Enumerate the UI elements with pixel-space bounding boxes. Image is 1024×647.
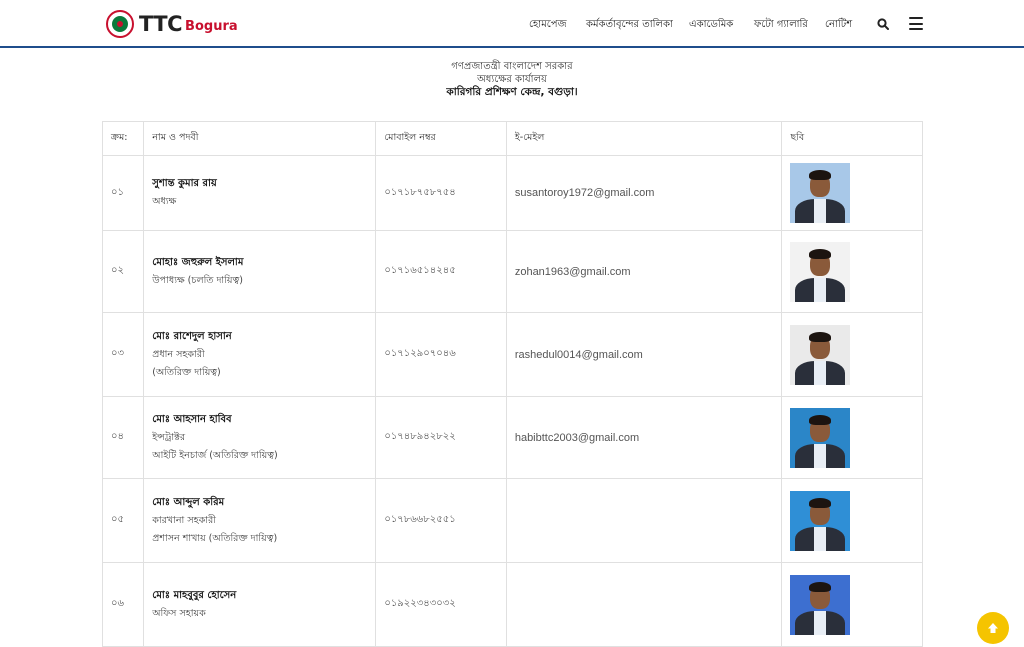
email-cell (505, 478, 783, 563)
staff-designation: কারখানা সহকারী (152, 514, 216, 526)
mobile-cell: ০১৭১৬৫১৪২৪৫ (375, 230, 507, 313)
photo-cell (781, 155, 923, 231)
staff-photo (790, 324, 851, 385)
name-cell: মোঃ আব্দুল করিম কারখানা সহকারী প্রশাসন শাখ… (143, 478, 377, 563)
photo-cell (781, 230, 923, 313)
photo-cell (781, 562, 923, 647)
email-cell: habibttc2003@gmail.com (505, 396, 783, 479)
staff-designation: ইন্সট্রাক্টর (152, 431, 186, 443)
staff-photo (790, 574, 851, 635)
photo-cell (781, 312, 923, 397)
office-title: অধ্যক্ষের কার্যালয় (477, 74, 547, 85)
photo-cell (781, 396, 923, 479)
col-header-email: ই-মেইল (505, 121, 783, 156)
hamburger-menu-icon[interactable] (909, 17, 923, 30)
email-cell (505, 562, 783, 647)
mobile-cell: ০১৭১২৯০৭০৪৬ (375, 312, 507, 397)
staff-name: মোঃ রাশেদুল হাসান (152, 330, 232, 342)
staff-designation: প্রশাসন শাখায় (অতিরিক্ত দায়িত্ব) (152, 532, 278, 544)
name-cell: মোঃ মাহবুবুর হোসেন অফিস সহায়ক (143, 562, 377, 647)
staff-photo (790, 407, 851, 468)
table-row: ০১ সুশান্ত কুমার রায় অধ্যক্ষ ০১৭১৮৭৫৮৭৫৪ su… (101, 155, 923, 231)
staff-designation: আইটি ইনচার্জ (অতিরিক্ত দায়িত্ব) (152, 449, 278, 461)
table-row: ০৩ মোঃ রাশেদুল হাসান প্রধান সহকারী (অতিরিক্… (101, 312, 923, 397)
office-header: গণপ্রজাতন্ত্রী বাংলাদেশ সরকার অধ্যক্ষের … (0, 60, 1024, 99)
serial-cell: ০১ (101, 155, 145, 231)
staff-name: মোঃ আহসান হাবিব (152, 413, 232, 425)
serial-cell: ০৪ (101, 396, 145, 479)
arrow-up-icon (988, 623, 998, 633)
table-row: ০৫ মোঃ আব্দুল করিম কারখানা সহকারী প্রশাসন শ… (101, 478, 923, 563)
staff-photo (790, 490, 851, 551)
nav-item-home[interactable]: হোমপেজ (529, 17, 567, 34)
name-cell: মোঃ আহসান হাবিব ইন্সট্রাক্টর আইটি ইনচার্জ … (143, 396, 377, 479)
mobile-cell: ০১৭৪৮৯৪২৮২২ (375, 396, 507, 479)
col-header-mobile: মোবাইল নম্বর (375, 121, 507, 156)
email-cell: rashedul0014@gmail.com (505, 312, 783, 397)
name-cell: সুশান্ত কুমার রায় অধ্যক্ষ (143, 155, 377, 231)
staff-photo (790, 241, 851, 302)
table-header-row: ক্রম: নাম ও পদবী মোবাইল নম্বর ই-মেইল ছবি (101, 121, 923, 156)
staff-table-body: ০১ সুশান্ত কুমার রায় অধ্যক্ষ ০১৭১৮৭৫৮৭৫৪ su… (101, 155, 923, 647)
nav-item-photo-gallery[interactable]: ফটো গ্যালারি (754, 17, 808, 34)
photo-cell (781, 478, 923, 563)
govt-title: গণপ্রজাতন্ত্রী বাংলাদেশ সরকার (451, 61, 573, 72)
mobile-cell: ০১৭৮৬৬৮২৫৫১ (375, 478, 507, 563)
staff-designation: প্রধান সহকারী (152, 348, 205, 360)
search-icon[interactable] (877, 18, 889, 30)
serial-cell: ০৩ (101, 312, 145, 397)
serial-cell: ০২ (101, 230, 145, 313)
scroll-to-top-button[interactable] (977, 612, 1009, 644)
table-row: ০২ মোহাঃ জহুরুল ইসলাম উপাধ্যক্ষ (চলতি দায়… (101, 230, 923, 313)
name-cell: মোঃ রাশেদুল হাসান প্রধান সহকারী (অতিরিক্ত … (143, 312, 377, 397)
staff-name: মোহাঃ জহুরুল ইসলাম (152, 256, 244, 268)
col-header-serial: ক্রম: (101, 121, 145, 156)
table-row: ০৪ মোঃ আহসান হাবিব ইন্সট্রাক্টর আইটি ইনচার্… (101, 396, 923, 479)
nav-item-officers-list[interactable]: কর্মকর্তাবৃন্দের তালিকা (586, 17, 673, 34)
col-header-photo: ছবি (781, 121, 923, 156)
staff-table: ক্রম: নাম ও পদবী মোবাইল নম্বর ই-মেইল ছবি… (101, 121, 923, 647)
staff-designation: অধ্যক্ষ (152, 196, 177, 207)
staff-name: মোঃ আব্দুল করিম (152, 496, 225, 508)
staff-photo (790, 163, 851, 223)
email-cell: zohan1963@gmail.com (505, 230, 783, 313)
staff-name: সুশান্ত কুমার রায় (152, 178, 217, 189)
top-navbar: TTC Bogura হোমপেজ কর্মকর্তাবৃন্দের তালিক… (0, 0, 1024, 48)
nav-menu: হোমপেজ কর্মকর্তাবৃন্দের তালিকা একাডেমিক … (0, 17, 1024, 33)
col-header-name: নাম ও পদবী (143, 121, 377, 156)
name-cell: মোহাঃ জহুরুল ইসলাম উপাধ্যক্ষ (চলতি দায়িত… (143, 230, 377, 313)
staff-designation: অফিস সহায়ক (152, 607, 206, 619)
serial-cell: ০৬ (101, 562, 145, 647)
table-row: ০৬ মোঃ মাহবুবুর হোসেন অফিস সহায়ক ০১৯২২৩৪৩০… (101, 562, 923, 647)
serial-cell: ০৫ (101, 478, 145, 563)
staff-name: মোঃ মাহবুবুর হোসেন (152, 589, 237, 601)
staff-designation: (অতিরিক্ত দায়িত্ব) (152, 366, 221, 378)
nav-item-notice[interactable]: নোটিশ (825, 17, 852, 34)
nav-item-academic[interactable]: একাডেমিক (689, 17, 733, 34)
staff-designation: উপাধ্যক্ষ (চলতি দায়িত্ব) (152, 274, 243, 286)
institute-title: কারিগরি প্রশিক্ষণ কেন্দ্র, বগুড়া। (446, 86, 578, 98)
mobile-cell: ০১৯২২৩৪৩০৩২ (375, 562, 507, 647)
email-cell: susantoroy1972@gmail.com (505, 155, 783, 231)
mobile-cell: ০১৭১৮৭৫৮৭৫৪ (375, 155, 507, 231)
